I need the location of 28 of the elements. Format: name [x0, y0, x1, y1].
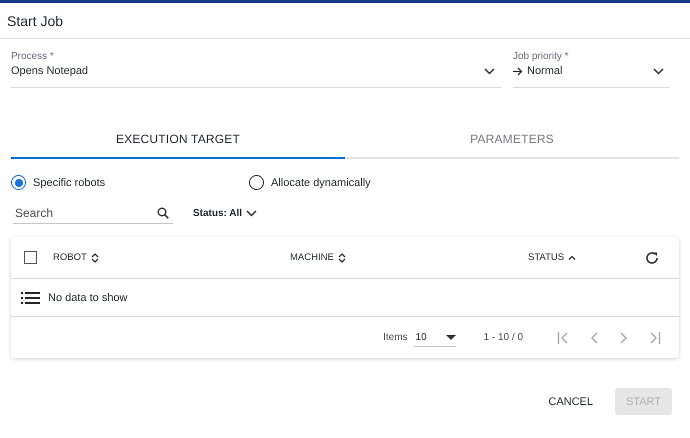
- refresh-icon[interactable]: [645, 250, 659, 264]
- search-icon: [157, 207, 169, 219]
- radio-label: Specific robots: [33, 176, 106, 188]
- chevron-down-icon: [653, 68, 664, 74]
- column-header[interactable]: STATUS: [528, 252, 576, 263]
- column-header[interactable]: ROBOT: [53, 252, 99, 263]
- chevron-down-icon: [484, 68, 495, 74]
- arrow-right-icon: [513, 66, 523, 76]
- select-all-checkbox[interactable]: [24, 251, 37, 264]
- column-header[interactable]: MACHINE: [290, 252, 346, 263]
- chevron-down-icon: [246, 210, 258, 216]
- dialog-title: Start Job: [7, 12, 64, 28]
- cancel-button[interactable]: CANCEL: [542, 390, 599, 414]
- empty-message: No data to show: [48, 292, 128, 304]
- page-size-select[interactable]: 10: [414, 328, 456, 346]
- list-icon: [21, 292, 40, 304]
- radio-button[interactable]: [249, 175, 264, 190]
- tab[interactable]: EXECUTION TARGET: [11, 121, 345, 159]
- radio-button[interactable]: [11, 175, 26, 190]
- page-range: 1 - 10 / 0: [484, 332, 523, 343]
- dropdown-triangle-icon: [446, 334, 456, 340]
- search-field[interactable]: Search: [13, 202, 173, 224]
- status-filter[interactable]: Status: All: [193, 208, 258, 218]
- items-label: Items: [383, 332, 408, 343]
- tab[interactable]: PARAMETERS: [345, 121, 679, 159]
- priority-dropdown[interactable]: Job priority * Normal: [513, 49, 670, 88]
- process-dropdown[interactable]: Process * Opens Notepad: [11, 49, 501, 88]
- radio-label: Allocate dynamically: [271, 176, 371, 188]
